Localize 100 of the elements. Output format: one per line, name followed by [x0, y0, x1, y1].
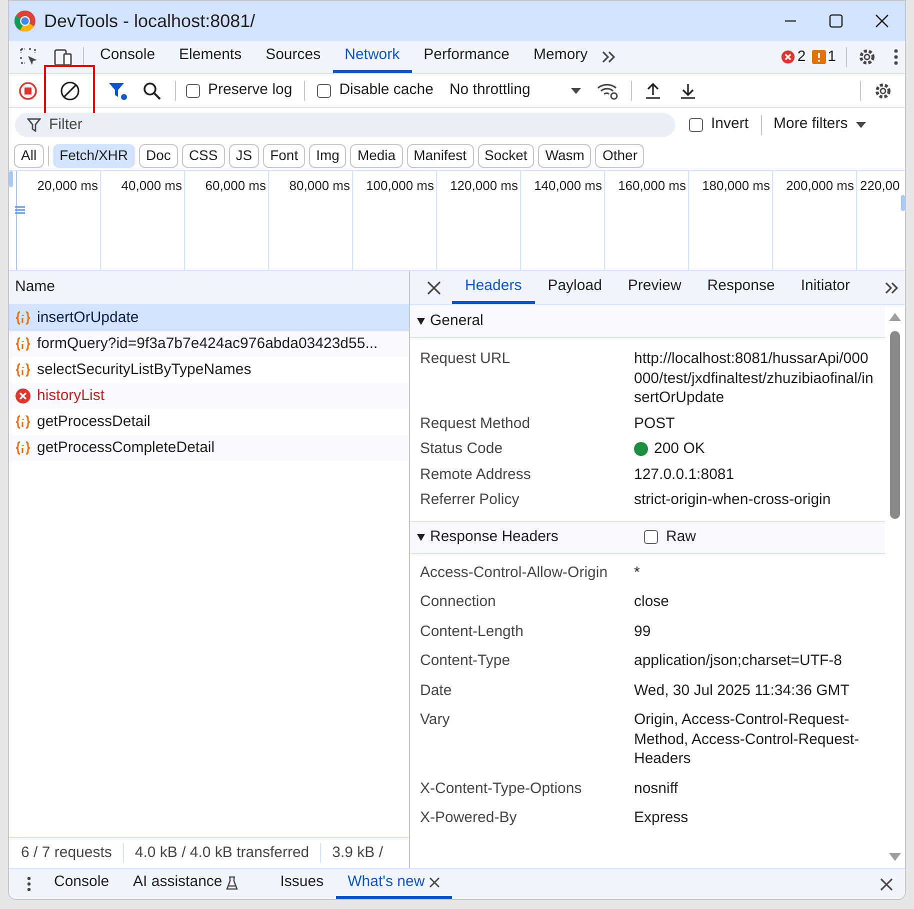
window-title: DevTools - localhost:8081/ [44, 10, 256, 32]
header-name: Date [420, 680, 453, 700]
panel-tab[interactable]: Elements [167, 41, 254, 73]
details-tab[interactable]: Payload [534, 271, 615, 304]
throttling-dropdown[interactable]: No throttling [449, 79, 582, 102]
settings-icon[interactable] [857, 47, 877, 67]
request-name: getProcessDetail [37, 412, 150, 432]
panel-tab[interactable]: Network [332, 41, 412, 73]
flask-icon [226, 876, 238, 890]
type-filter-chip[interactable]: Other [595, 144, 644, 168]
timeline-tick-label: 220,00 [860, 178, 900, 193]
panel-tab[interactable]: Console [88, 41, 168, 73]
type-filter-chip[interactable]: CSS [182, 144, 225, 168]
search-icon[interactable] [143, 82, 161, 100]
panel-tab[interactable]: Performance [412, 41, 522, 73]
header-value: 200 OK [654, 439, 705, 458]
details-tab[interactable]: Response [694, 271, 788, 304]
request-row[interactable]: getProcessCompleteDetail [9, 435, 409, 461]
browser-logo-icon [14, 10, 36, 32]
column-header[interactable]: Name [15, 276, 56, 299]
caret-icon [571, 88, 582, 94]
drawer-tab[interactable]: Issues [268, 869, 336, 899]
request-name: historyList [37, 386, 105, 406]
details-tab[interactable]: Preview [614, 271, 694, 304]
inspect-element-icon[interactable] [19, 47, 39, 67]
header-name: Request Method [420, 414, 532, 433]
raw-checkbox[interactable]: Raw [644, 526, 696, 548]
timeline-tick-label: 160,000 ms [618, 178, 686, 193]
type-filter-chip[interactable]: All [14, 144, 44, 168]
details-tab[interactable]: Initiator [788, 271, 864, 304]
network-conditions-icon[interactable] [597, 82, 620, 100]
section-header[interactable]: General [410, 305, 885, 338]
type-filter-chip[interactable]: JS [228, 144, 260, 168]
header-value: http://localhost:8081/hussarApi/000000/test/jxdfinaltest/zhuzibiaofinal/insertOrUpdate [634, 349, 874, 408]
section-title: General [430, 310, 484, 331]
close-icon[interactable] [880, 878, 893, 890]
disable-cache-checkbox[interactable]: Disable cache [317, 79, 434, 102]
header-name: Request URL [420, 349, 512, 369]
checkbox[interactable] [689, 118, 703, 132]
header-value: POST [634, 414, 675, 433]
type-filter-chip[interactable]: Fetch/XHR [52, 144, 136, 168]
summary-text: 4.0 kB / 4.0 kB transferred [134, 842, 310, 863]
header-name: Remote Address [420, 464, 532, 484]
type-filter-chip[interactable]: Media [350, 144, 403, 168]
drawer-tab[interactable]: AI assistance [121, 869, 250, 899]
settings-icon[interactable] [873, 80, 893, 100]
header-name: Connection [420, 592, 497, 612]
timeline-tick-label: 140,000 ms [534, 178, 602, 193]
preserve-log-checkbox[interactable]: Preserve log [186, 79, 292, 102]
timeline-tick-label: 20,000 ms [37, 178, 98, 193]
header-name: Status Code [420, 439, 504, 458]
device-toolbar-icon[interactable] [53, 47, 73, 67]
type-filter-chip[interactable]: Img [309, 144, 346, 168]
timeline-handle[interactable] [9, 171, 13, 187]
more-options-icon[interactable] [893, 48, 899, 66]
timeline-tick-label: 40,000 ms [121, 178, 182, 193]
close-icon[interactable] [428, 877, 440, 888]
header-value: strict-origin-when-cross-origin [634, 490, 831, 510]
panel-tab[interactable]: Sources [254, 41, 333, 73]
timeline-handle[interactable] [901, 195, 905, 211]
clear-icon[interactable] [60, 80, 80, 100]
invert-checkbox[interactable]: Invert [689, 113, 749, 136]
upload-icon[interactable] [644, 82, 662, 100]
close-icon[interactable] [427, 280, 441, 294]
more-filters-dropdown[interactable]: More filters [774, 113, 866, 136]
timeline-tick-label: 200,000 ms [786, 178, 854, 193]
section-title: Response Headers [430, 526, 560, 547]
drawer-tab[interactable]: What's new [336, 869, 452, 899]
header-value: 99 [634, 622, 651, 641]
more-options-icon[interactable] [26, 876, 32, 892]
checkbox[interactable] [644, 530, 658, 544]
checkbox[interactable] [317, 84, 332, 98]
header-value: close [634, 592, 670, 612]
type-filter-chip[interactable]: Socket [478, 144, 534, 168]
header-name: Referrer Policy [420, 490, 520, 510]
section-header[interactable]: Response Headers Raw [410, 520, 885, 554]
warning-count: 1 [828, 46, 836, 67]
request-row[interactable]: formQuery?id=9f3a7b7e424ac976abda03423d55... [9, 331, 409, 357]
filter-icon[interactable] [108, 80, 128, 100]
caret-icon [856, 122, 866, 128]
record-stop-icon[interactable] [19, 82, 37, 100]
request-row[interactable]: historyList [9, 383, 409, 409]
drawer-tab[interactable]: Console [42, 869, 122, 899]
header-value: nosniff [634, 778, 678, 798]
panel-tab[interactable]: Memory [522, 41, 600, 73]
type-filter-chip[interactable]: Doc [139, 144, 178, 168]
type-filter-chip[interactable]: Wasm [538, 144, 592, 168]
header-value: Wed, 30 Jul 2025 11:34:36 GMT [634, 680, 850, 700]
header-name: X-Content-Type-Options [420, 778, 583, 798]
checkbox[interactable] [186, 84, 200, 98]
filter-field[interactable]: Filter [15, 112, 675, 136]
expanded-triangle-icon [416, 532, 426, 542]
type-filter-chip[interactable]: Font [263, 144, 306, 168]
type-filter-chip[interactable]: Manifest [406, 144, 474, 168]
download-icon[interactable] [679, 82, 698, 100]
request-row[interactable]: insertOrUpdate [9, 305, 409, 331]
timeline-tick-label: 60,000 ms [205, 178, 266, 193]
header-name: X-Powered-By [420, 808, 518, 828]
summary-text: 3.9 kB / [332, 842, 384, 863]
filter-icon [27, 118, 41, 132]
